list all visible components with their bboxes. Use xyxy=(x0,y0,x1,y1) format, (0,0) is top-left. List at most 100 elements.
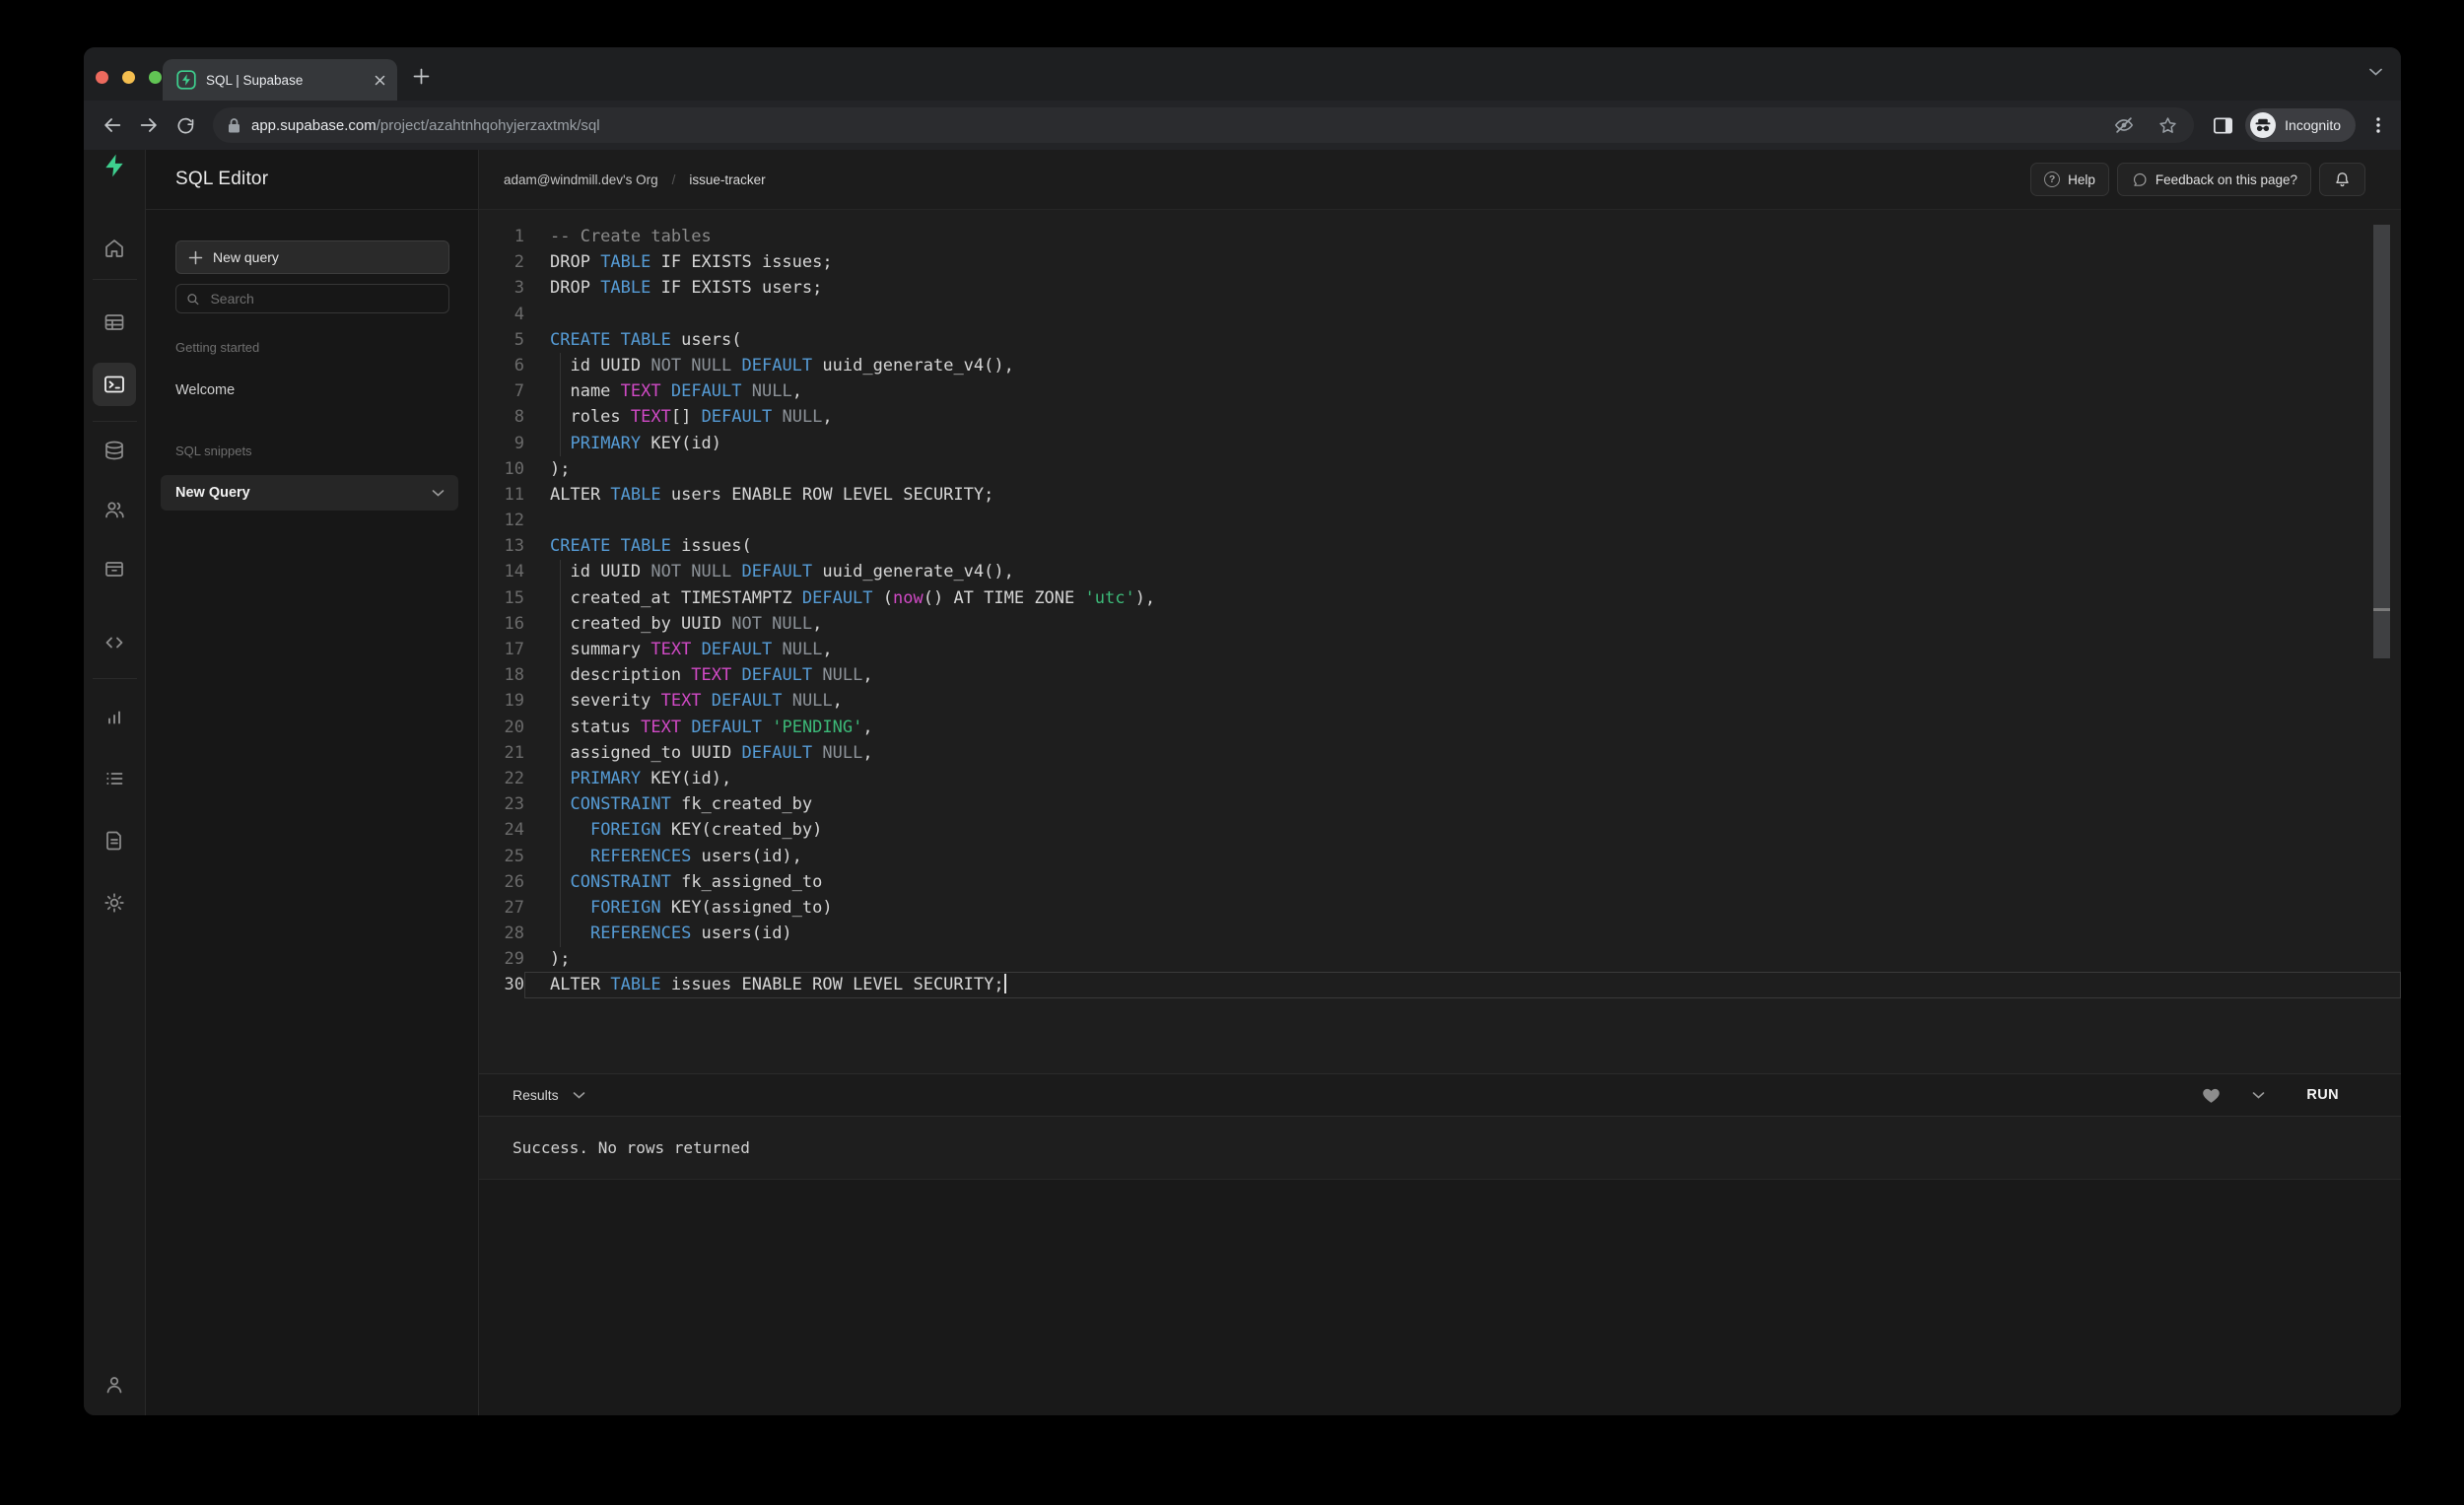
supabase-favicon-icon xyxy=(176,70,196,90)
code-line[interactable]: 30ALTER TABLE issues ENABLE ROW LEVEL SE… xyxy=(479,972,2401,997)
code-line[interactable]: 13CREATE TABLE issues( xyxy=(479,533,2401,559)
line-number: 13 xyxy=(479,533,524,559)
rail-divider xyxy=(93,678,137,679)
help-button[interactable]: ? Help xyxy=(2030,163,2109,196)
line-number: 24 xyxy=(479,817,524,843)
scrollbar-cursor-marker xyxy=(2373,608,2390,611)
close-tab-icon[interactable] xyxy=(373,73,387,88)
line-number: 28 xyxy=(479,921,524,946)
url-bar[interactable]: app.supabase.com/project/azahtnhqohyjerz… xyxy=(213,107,2194,143)
account-icon[interactable] xyxy=(93,1363,136,1406)
editor-scrollbar[interactable] xyxy=(2373,225,2390,658)
code-line[interactable]: 26 CONSTRAINT fk_assigned_to xyxy=(479,869,2401,895)
breadcrumb-org[interactable]: adam@windmill.dev's Org xyxy=(504,172,658,187)
line-number: 14 xyxy=(479,559,524,584)
tab-list-chevron-icon[interactable] xyxy=(2368,67,2383,77)
settings-gear-icon[interactable] xyxy=(93,881,136,924)
code-line[interactable]: 7 name TEXT DEFAULT NULL, xyxy=(479,378,2401,404)
code-line[interactable]: 15 created_at TIMESTAMPTZ DEFAULT (now()… xyxy=(479,585,2401,611)
code-line[interactable]: 14 id UUID NOT NULL DEFAULT uuid_generat… xyxy=(479,559,2401,584)
line-number: 23 xyxy=(479,791,524,817)
code-line[interactable]: 25 REFERENCES users(id), xyxy=(479,844,2401,869)
code-line[interactable]: 27 FOREIGN KEY(assigned_to) xyxy=(479,895,2401,921)
logs-icon[interactable] xyxy=(93,757,136,800)
notifications-button[interactable] xyxy=(2319,163,2365,196)
code-line[interactable]: 2DROP TABLE IF EXISTS issues; xyxy=(479,249,2401,275)
run-button[interactable]: RUN xyxy=(2306,1087,2339,1103)
code-line[interactable]: 11ALTER TABLE users ENABLE ROW LEVEL SEC… xyxy=(479,482,2401,508)
code-line[interactable]: 21 assigned_to UUID DEFAULT NULL, xyxy=(479,740,2401,766)
storage-icon[interactable] xyxy=(93,547,136,590)
supabase-logo-icon[interactable] xyxy=(93,144,136,187)
line-number: 8 xyxy=(479,404,524,430)
results-message-row: Success. No rows returned xyxy=(479,1117,2401,1180)
code-line[interactable]: 8 roles TEXT[] DEFAULT NULL, xyxy=(479,404,2401,430)
side-panel-icon[interactable] xyxy=(2210,112,2235,138)
browser-menu-icon[interactable] xyxy=(2365,112,2391,138)
bookmark-star-icon[interactable] xyxy=(2155,112,2180,138)
run-options-chevron-icon[interactable] xyxy=(2252,1091,2265,1100)
code-editor[interactable]: 1-- Create tables2DROP TABLE IF EXISTS i… xyxy=(479,210,2401,1073)
reload-button[interactable] xyxy=(171,111,199,139)
api-docs-icon[interactable] xyxy=(93,819,136,862)
code-line[interactable]: 4 xyxy=(479,302,2401,327)
main-content: adam@windmill.dev's Org / issue-tracker … xyxy=(479,150,2401,1415)
code-line[interactable]: 6 id UUID NOT NULL DEFAULT uuid_generate… xyxy=(479,353,2401,378)
plus-icon xyxy=(188,250,203,265)
results-toolbar: Results RUN xyxy=(479,1073,2401,1117)
line-number: 20 xyxy=(479,715,524,740)
results-empty-area xyxy=(479,1180,2401,1415)
code-line[interactable]: 16 created_by UUID NOT NULL, xyxy=(479,611,2401,637)
code-line[interactable]: 18 description TEXT DEFAULT NULL, xyxy=(479,662,2401,688)
sidebar-item-new-query[interactable]: New Query xyxy=(161,475,458,511)
new-tab-button[interactable] xyxy=(409,64,433,88)
sidebar-item-welcome[interactable]: Welcome xyxy=(175,382,235,398)
browser-tab[interactable]: SQL | Supabase xyxy=(163,59,397,101)
breadcrumb-project[interactable]: issue-tracker xyxy=(689,172,765,187)
new-query-button[interactable]: New query xyxy=(175,240,449,274)
results-dropdown[interactable]: Results xyxy=(513,1087,559,1103)
chevron-down-icon[interactable] xyxy=(432,489,445,498)
table-editor-icon[interactable] xyxy=(93,301,136,344)
text-cursor xyxy=(1004,974,1006,993)
sidebar-header: SQL Editor xyxy=(146,150,478,210)
code-line[interactable]: 10); xyxy=(479,456,2401,482)
sql-editor-icon[interactable] xyxy=(93,363,136,406)
reports-icon[interactable] xyxy=(93,696,136,739)
edge-functions-icon[interactable] xyxy=(93,621,136,664)
code-line[interactable]: 28 REFERENCES users(id) xyxy=(479,921,2401,946)
database-icon[interactable] xyxy=(93,429,136,472)
back-button[interactable] xyxy=(99,111,126,139)
code-line[interactable]: 12 xyxy=(479,508,2401,533)
tab-title: SQL | Supabase xyxy=(206,73,373,88)
bell-icon xyxy=(2333,171,2352,189)
eye-off-icon[interactable] xyxy=(2111,112,2137,138)
chevron-down-icon[interactable] xyxy=(573,1091,585,1100)
minimize-window-button[interactable] xyxy=(122,71,135,84)
code-line[interactable]: 24 FOREIGN KEY(created_by) xyxy=(479,817,2401,843)
favorite-heart-icon[interactable] xyxy=(2202,1087,2221,1104)
forward-button[interactable] xyxy=(135,111,163,139)
zoom-window-button[interactable] xyxy=(149,71,162,84)
incognito-badge: Incognito xyxy=(2245,108,2356,142)
auth-users-icon[interactable] xyxy=(93,488,136,531)
code-line[interactable]: 17 summary TEXT DEFAULT NULL, xyxy=(479,637,2401,662)
line-number: 15 xyxy=(479,585,524,611)
code-line[interactable]: 9 PRIMARY KEY(id) xyxy=(479,431,2401,456)
line-number: 19 xyxy=(479,688,524,714)
code-line[interactable]: 23 CONSTRAINT fk_created_by xyxy=(479,791,2401,817)
close-window-button[interactable] xyxy=(96,71,108,84)
feedback-button[interactable]: Feedback on this page? xyxy=(2117,163,2311,196)
home-icon[interactable] xyxy=(93,227,136,270)
code-line[interactable]: 5CREATE TABLE users( xyxy=(479,327,2401,353)
search-input[interactable] xyxy=(208,290,439,308)
code-line[interactable]: 20 status TEXT DEFAULT 'PENDING', xyxy=(479,715,2401,740)
line-number: 4 xyxy=(479,302,524,327)
code-line[interactable]: 3DROP TABLE IF EXISTS users; xyxy=(479,275,2401,301)
code-line[interactable]: 1-- Create tables xyxy=(479,224,2401,249)
code-line[interactable]: 29); xyxy=(479,946,2401,972)
code-line[interactable]: 19 severity TEXT DEFAULT NULL, xyxy=(479,688,2401,714)
breadcrumb-separator: / xyxy=(672,172,676,187)
snippet-search xyxy=(175,284,449,313)
code-line[interactable]: 22 PRIMARY KEY(id), xyxy=(479,766,2401,791)
